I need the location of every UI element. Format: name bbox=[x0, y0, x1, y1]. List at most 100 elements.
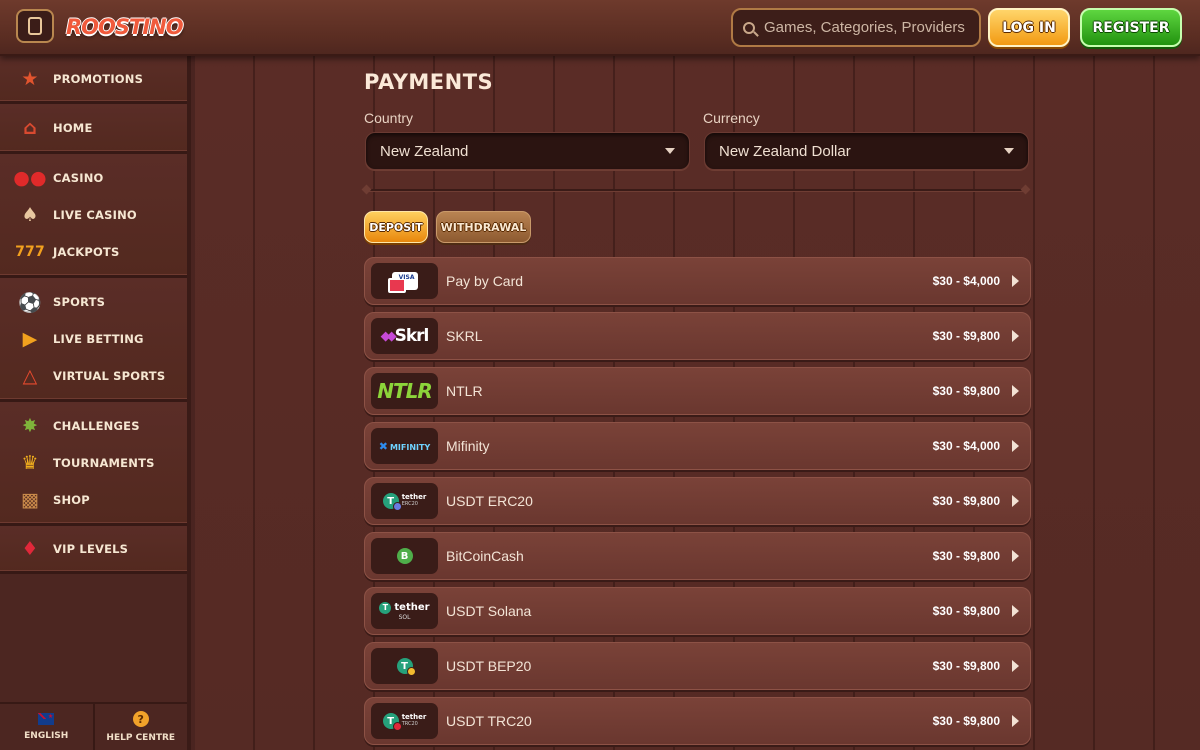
sidebar-item-label: CASINO bbox=[53, 171, 104, 186]
help-icon: ? bbox=[132, 711, 149, 727]
currency-label: Currency bbox=[703, 110, 760, 126]
chevron-right-icon bbox=[1012, 385, 1019, 397]
payment-method-range: $30 - $9,800 bbox=[932, 714, 1000, 728]
soccer-ball-icon: ⚽ bbox=[18, 291, 42, 314]
country-select[interactable]: New Zealand bbox=[365, 132, 690, 170]
sidebar-group-promotions: ★ PROMOTIONS bbox=[0, 56, 187, 104]
payment-method-name: USDT ERC20 bbox=[446, 493, 533, 509]
sidebar-item-label: SPORTS bbox=[53, 295, 106, 310]
mifinity-logo: ✖ MIFINITY bbox=[371, 428, 438, 464]
payment-method-range: $30 - $9,800 bbox=[932, 329, 1000, 343]
register-button[interactable]: REGISTER bbox=[1080, 8, 1182, 47]
sidebar-item-vip-levels[interactable]: ♦ VIP LEVELS bbox=[0, 531, 187, 568]
sidebar-item-label: VIP LEVELS bbox=[53, 542, 129, 557]
payment-method-row[interactable]: B BitCoinCash $30 - $9,800 bbox=[364, 532, 1031, 580]
tab-deposit[interactable]: DEPOSIT bbox=[364, 211, 428, 243]
payment-method-row[interactable]: T tether ERC20 USDT ERC20 $30 - $9,800 bbox=[364, 477, 1031, 525]
payment-method-row[interactable]: Ttether SOL USDT Solana $30 - $9,800 bbox=[364, 587, 1031, 635]
sidebar-item-live-casino[interactable]: ♠ LIVE CASINO bbox=[0, 197, 187, 234]
currency-value: New Zealand Dollar bbox=[719, 142, 851, 160]
page-title: PAYMENTS bbox=[364, 70, 494, 94]
payment-method-row[interactable]: T USDT BEP20 $30 - $9,800 bbox=[364, 642, 1031, 690]
tether-trc20-logo: T tether TRC20 bbox=[371, 703, 438, 739]
joystick-icon: △ bbox=[22, 364, 38, 387]
sidebar-item-label: VIRTUAL SPORTS bbox=[53, 368, 166, 383]
sidebar-item-label: CHALLENGES bbox=[53, 419, 140, 434]
tab-withdrawal[interactable]: WITHDRAWAL bbox=[436, 211, 531, 243]
sidebar-item-challenges[interactable]: ✸ CHALLENGES bbox=[0, 408, 187, 445]
gift-icon: ★ bbox=[21, 68, 39, 91]
payment-method-name: USDT TRC20 bbox=[446, 713, 532, 729]
tether-solana-logo: Ttether SOL bbox=[371, 593, 438, 629]
sidebar-item-label: TOURNAMENTS bbox=[53, 456, 155, 471]
chevron-right-icon bbox=[1012, 715, 1019, 727]
help-label: HELP CENTRE bbox=[106, 733, 176, 743]
payment-method-range: $30 - $9,800 bbox=[932, 384, 1000, 398]
search-icon bbox=[743, 21, 755, 34]
payment-method-name: BitCoinCash bbox=[446, 548, 524, 564]
payment-method-range: $30 - $9,800 bbox=[932, 604, 1000, 618]
card-payment-logo: VISA bbox=[371, 263, 438, 299]
sidebar-item-shop[interactable]: ▩ SHOP bbox=[0, 481, 187, 518]
nz-flag-icon bbox=[38, 713, 55, 725]
sidebar-item-promotions[interactable]: ★ PROMOTIONS bbox=[0, 61, 187, 98]
currency-select[interactable]: New Zealand Dollar bbox=[704, 132, 1029, 170]
sidebar-item-label: LIVE CASINO bbox=[53, 208, 137, 223]
top-header: ROOSTINO LOG IN REGISTER bbox=[0, 0, 1200, 56]
sidebar-item-sports[interactable]: ⚽ SPORTS bbox=[0, 284, 187, 321]
payment-method-row[interactable]: T tether TRC20 USDT TRC20 $30 - $9,800 bbox=[364, 697, 1031, 745]
country-value: New Zealand bbox=[380, 142, 469, 160]
help-centre-link[interactable]: ? HELP CENTRE bbox=[95, 704, 188, 750]
payment-method-name: Pay by Card bbox=[446, 273, 524, 289]
cherry-icon: ●● bbox=[13, 167, 47, 190]
menu-toggle-button[interactable] bbox=[16, 9, 54, 43]
chevron-right-icon bbox=[1012, 440, 1019, 452]
chevron-down-icon bbox=[1004, 148, 1014, 154]
search-input[interactable] bbox=[764, 19, 974, 36]
language-label: ENGLISH bbox=[24, 731, 69, 741]
tether-erc20-logo: T tether ERC20 bbox=[371, 483, 438, 519]
ntlr-logo: NTLR bbox=[371, 373, 438, 409]
search-box[interactable] bbox=[731, 8, 981, 47]
gem-icon: ♦ bbox=[21, 538, 39, 561]
divider bbox=[367, 189, 1025, 191]
sidebar-group-sports: ⚽ SPORTS ▶ LIVE BETTING △ VIRTUAL SPORTS bbox=[0, 278, 187, 402]
sidebar-item-home[interactable]: ⌂ HOME bbox=[0, 110, 187, 147]
trophy-icon: ♛ bbox=[21, 452, 39, 475]
payment-method-range: $30 - $4,000 bbox=[932, 439, 1000, 453]
payment-method-row[interactable]: ◆◆ Skrl SKRL $30 - $9,800 bbox=[364, 312, 1031, 360]
sidebar-item-jackpots[interactable]: 777 JACKPOTS bbox=[0, 233, 187, 270]
skrl-logo: ◆◆ Skrl bbox=[371, 318, 438, 354]
chevron-right-icon bbox=[1012, 330, 1019, 342]
sidebar-item-virtual-sports[interactable]: △ VIRTUAL SPORTS bbox=[0, 357, 187, 394]
site-logo[interactable]: ROOSTINO bbox=[66, 9, 184, 45]
chevron-right-icon bbox=[1012, 605, 1019, 617]
payment-method-row[interactable]: NTLR NTLR $30 - $9,800 bbox=[364, 367, 1031, 415]
payment-method-row[interactable]: ✖ MIFINITY Mifinity $30 - $4,000 bbox=[364, 422, 1031, 470]
payment-method-range: $30 - $4,000 bbox=[932, 274, 1000, 288]
main-content: PAYMENTS Country New Zealand Currency Ne… bbox=[195, 56, 1200, 750]
chevron-right-icon bbox=[1012, 550, 1019, 562]
payment-methods-list: VISA Pay by Card $30 - $4,000 ◆◆ Skrl SKR… bbox=[364, 257, 1031, 750]
sidebar-group-rewards: ✸ CHALLENGES ♛ TOURNAMENTS ▩ SHOP bbox=[0, 402, 187, 526]
country-label: Country bbox=[364, 110, 414, 126]
chevron-down-icon bbox=[665, 148, 675, 154]
bitcoin-cash-logo: B bbox=[371, 538, 438, 574]
sidebar-group-casino: ●● CASINO ♠ LIVE CASINO 777 JACKPOTS bbox=[0, 154, 187, 278]
play-icon: ▶ bbox=[22, 328, 38, 351]
chevron-right-icon bbox=[1012, 495, 1019, 507]
payment-method-range: $30 - $9,800 bbox=[932, 549, 1000, 563]
sidebar-item-live-betting[interactable]: ▶ LIVE BETTING bbox=[0, 321, 187, 358]
payment-method-name: SKRL bbox=[446, 328, 483, 344]
sidebar-footer: ENGLISH ? HELP CENTRE bbox=[0, 702, 187, 750]
sidebar-item-casino[interactable]: ●● CASINO bbox=[0, 160, 187, 197]
payment-method-row[interactable]: VISA Pay by Card $30 - $4,000 bbox=[364, 257, 1031, 305]
sidebar-item-tournaments[interactable]: ♛ TOURNAMENTS bbox=[0, 445, 187, 482]
cards-icon: ♠ bbox=[21, 204, 39, 227]
payment-method-name: NTLR bbox=[446, 383, 483, 399]
barn-icon: ⌂ bbox=[23, 117, 37, 140]
basket-icon: ▩ bbox=[20, 488, 40, 511]
login-button[interactable]: LOG IN bbox=[988, 8, 1070, 47]
language-selector[interactable]: ENGLISH bbox=[0, 704, 95, 750]
sidebar: ★ PROMOTIONS ⌂ HOME ●● CASINO ♠ LIVE CAS… bbox=[0, 56, 191, 750]
